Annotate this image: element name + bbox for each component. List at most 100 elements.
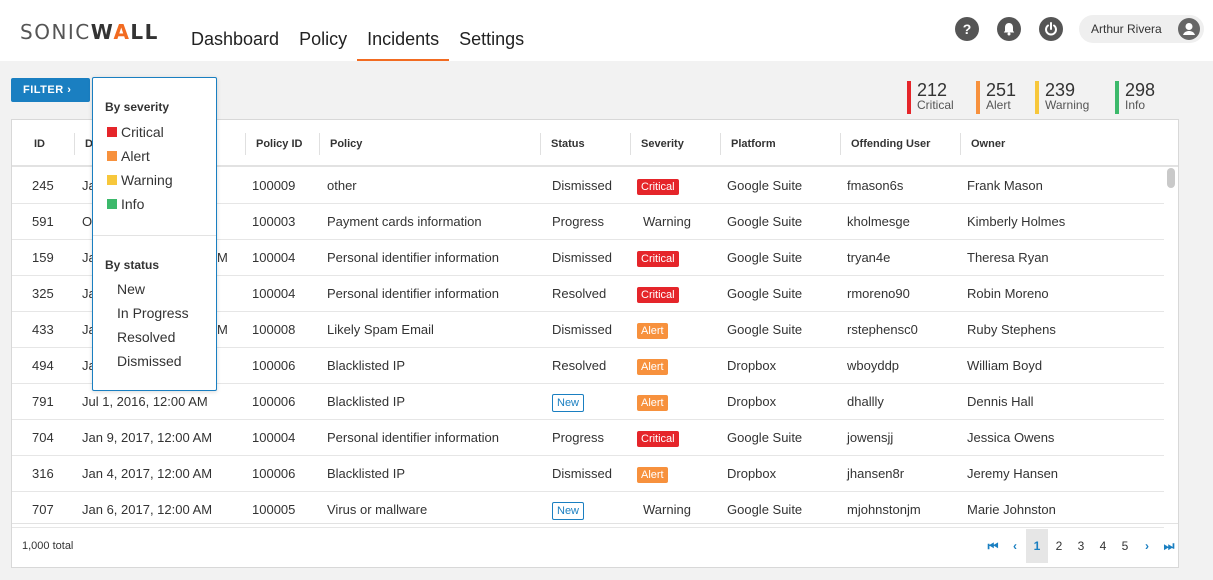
logo-text: A: [113, 20, 131, 44]
cell-id: 591: [32, 214, 54, 229]
cell-policy: Virus or mallware: [327, 502, 428, 517]
counter-label: Alert: [986, 98, 1011, 112]
cell-policy-id: 100006: [252, 358, 296, 373]
cell-policy-id: 100004: [252, 430, 296, 445]
cell-id: 494: [32, 358, 54, 373]
page-1[interactable]: 1: [1026, 529, 1048, 563]
cell-platform: Google Suite: [727, 430, 803, 445]
severity-badge: Alert: [637, 466, 668, 483]
user-menu[interactable]: Arthur Rivera: [1079, 15, 1204, 43]
power-icon[interactable]: [1039, 17, 1063, 41]
cell-policy: Blacklisted IP: [327, 358, 406, 373]
cell-policy: Personal identifier information: [327, 430, 499, 445]
page-3[interactable]: 3: [1070, 529, 1092, 563]
nav-settings[interactable]: Settings: [449, 0, 534, 61]
cell-platform: Dropbox: [727, 466, 777, 481]
filter-severity-warning[interactable]: Warning: [107, 172, 173, 188]
cell-policy-id: 100008: [252, 322, 296, 337]
cell-severity: Alert: [637, 456, 668, 491]
filter-status-in-progress[interactable]: In Progress: [117, 305, 189, 321]
column-policy-id[interactable]: Policy ID: [245, 133, 302, 155]
main-nav: Dashboard Policy Incidents Settings: [181, 0, 534, 61]
sonicwall-logo[interactable]: SONICWALL: [20, 20, 159, 44]
filter-severity-alert[interactable]: Alert: [107, 148, 150, 164]
cell-offending-user: rstephensc0: [847, 322, 918, 337]
status-heading: By status: [105, 258, 160, 272]
cell-offending-user: fmason6s: [847, 178, 904, 193]
severity-badge: Alert: [637, 358, 668, 375]
cell-offending-user: wboyddp: [847, 358, 900, 373]
column-id[interactable]: ID: [24, 133, 45, 155]
cell-platform: Google Suite: [727, 178, 803, 193]
notifications-bell-icon[interactable]: [997, 17, 1021, 41]
nav-incidents[interactable]: Incidents: [357, 0, 450, 61]
column-policy[interactable]: Policy: [319, 133, 362, 155]
column-date[interactable]: D: [74, 133, 93, 155]
cell-owner: Robin Moreno: [967, 286, 1049, 301]
cell-id: 791: [32, 394, 54, 409]
counter-critical[interactable]: 212 Critical: [907, 81, 954, 114]
filter-button[interactable]: FILTER ›: [11, 78, 90, 102]
cell-offending-user: dhallly: [847, 394, 884, 409]
cell-owner: Jeremy Hansen: [967, 466, 1059, 481]
page-5[interactable]: 5: [1114, 529, 1136, 563]
column-owner[interactable]: Owner: [960, 133, 1005, 155]
severity-badge: Critical: [637, 178, 679, 195]
cell-date: Jan 4, 2017, 12:00 AM: [82, 466, 213, 481]
column-platform[interactable]: Platform: [720, 133, 776, 155]
cell-status: Dismissed: [552, 466, 612, 481]
cell-severity: Warning: [643, 214, 691, 229]
filter-status-dismissed[interactable]: Dismissed: [117, 353, 182, 369]
counter-label: Info: [1125, 98, 1146, 112]
cell-id: 433: [32, 322, 54, 337]
filter-severity-info[interactable]: Info: [107, 196, 144, 212]
cell-policy-id: 100005: [252, 502, 296, 517]
filter-status-new[interactable]: New: [117, 281, 145, 297]
column-status[interactable]: Status: [540, 133, 585, 155]
counter-info[interactable]: 298 Info: [1115, 81, 1155, 114]
user-name: Arthur Rivera: [1091, 22, 1162, 36]
cell-owner: Ruby Stephens: [967, 322, 1056, 337]
warning-swatch: [107, 175, 117, 185]
cell-owner: Theresa Ryan: [967, 250, 1049, 265]
filter-status-resolved[interactable]: Resolved: [117, 329, 175, 345]
first-page-icon[interactable]: ⏮: [982, 529, 1004, 563]
cell-platform: Google Suite: [727, 322, 803, 337]
filter-severity-critical[interactable]: Critical: [107, 124, 164, 140]
cell-offending-user: jhansen8r: [847, 466, 905, 481]
cell-offending-user: rmoreno90: [847, 286, 910, 301]
table-row[interactable]: 316 Jan 4, 2017, 12:00 AM 100006 Blackliste…: [12, 456, 1164, 492]
column-severity[interactable]: Severity: [630, 133, 684, 155]
counter-label: Warning: [1045, 98, 1090, 112]
page-2[interactable]: 2: [1048, 529, 1070, 563]
severity-badge: Alert: [637, 322, 668, 339]
scrollbar[interactable]: [1167, 168, 1175, 188]
next-page-icon[interactable]: ›: [1136, 529, 1158, 563]
cell-status: Progress: [552, 430, 605, 445]
filter-option-label: Info: [121, 196, 145, 212]
filter-dropdown: By severity Critical Alert Warning Info …: [92, 77, 217, 391]
cell-severity: Alert: [637, 384, 668, 419]
prev-page-icon[interactable]: ‹: [1004, 529, 1026, 563]
counter-alert[interactable]: 251 Alert: [976, 81, 1016, 114]
cell-date: Jan 6, 2017, 12:00 AM: [82, 502, 213, 517]
status-badge: New: [552, 393, 585, 412]
table-row[interactable]: 704 Jan 9, 2017, 12:00 AM 100004 Personal i…: [12, 420, 1164, 456]
counter-value: 212: [917, 80, 948, 100]
total-count: 1,000 total: [22, 540, 74, 552]
counter-value: 239: [1045, 80, 1076, 100]
severity-badge: Alert: [637, 394, 668, 411]
cell-severity: Warning: [643, 502, 691, 517]
cell-date-tail: M: [217, 322, 228, 337]
help-icon[interactable]: ?: [955, 17, 979, 41]
column-offending-user[interactable]: Offending User: [840, 133, 930, 155]
alert-swatch: [107, 151, 117, 161]
nav-dashboard[interactable]: Dashboard: [181, 0, 289, 61]
nav-policy[interactable]: Policy: [289, 0, 357, 61]
cell-policy-id: 100004: [252, 250, 296, 265]
counter-warning[interactable]: 239 Warning: [1035, 81, 1089, 114]
cell-platform: Google Suite: [727, 250, 803, 265]
page-4[interactable]: 4: [1092, 529, 1114, 563]
last-page-icon[interactable]: ⏭: [1158, 529, 1180, 563]
critical-swatch: [107, 127, 117, 137]
